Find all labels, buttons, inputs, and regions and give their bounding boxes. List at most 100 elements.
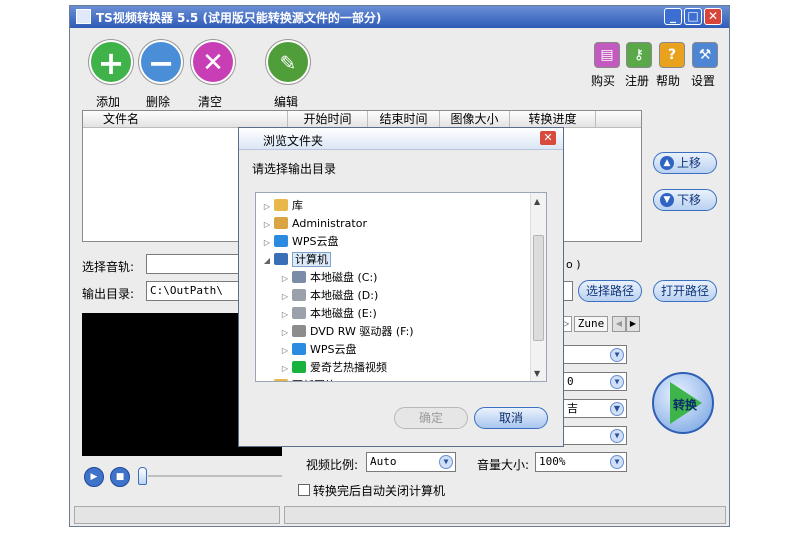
column-filler <box>596 111 641 128</box>
seek-slider-track[interactable] <box>148 475 282 477</box>
seek-slider-handle[interactable] <box>138 467 147 485</box>
tree-node-label: WPS云盘 <box>292 235 339 248</box>
volume-value: 100% <box>539 455 566 468</box>
chevron-down-icon: ▼ <box>610 348 624 362</box>
maximize-button[interactable]: □ <box>684 8 702 25</box>
tab-zune[interactable]: Zune <box>574 316 608 332</box>
cancel-button[interactable]: 取消 <box>474 407 548 429</box>
move-up-button[interactable]: ▲ 上移 <box>653 152 717 174</box>
chevron-down-icon: ▼ <box>610 402 624 416</box>
output-dir-label: 输出目录: <box>82 287 135 301</box>
dvd-drive-icon <box>292 325 306 337</box>
aspect-select[interactable]: Auto ▼ <box>366 452 456 472</box>
cart-icon: ▤ <box>594 42 620 68</box>
tree-node[interactable]: ▷ 爱奇艺热播视频 <box>262 359 532 377</box>
close-button[interactable]: ✕ <box>704 8 722 25</box>
iqiyi-icon <box>292 361 306 373</box>
scroll-thumb[interactable] <box>533 235 544 341</box>
setting-combo-3[interactable]: 吉 ▼ <box>563 399 627 418</box>
edit-label: 编辑 <box>274 95 299 109</box>
minus-icon: − <box>139 40 183 84</box>
tree-node[interactable]: ▷ 本地磁盘 (E:) <box>262 305 532 323</box>
tree-node[interactable]: 更新图片 <box>262 377 532 381</box>
arrow-up-icon: ▲ <box>660 156 674 170</box>
column-progress[interactable]: 转换进度 <box>510 111 596 128</box>
audio-track-select[interactable] <box>146 254 241 274</box>
column-start-time[interactable]: 开始时间 <box>288 111 368 128</box>
buy-button[interactable]: ▤ 购买 <box>591 42 623 92</box>
settings-button[interactable]: ⚒ 设置 <box>689 42 721 92</box>
folder-icon <box>274 379 288 381</box>
expand-arrow-icon[interactable]: ▷ <box>262 198 272 216</box>
tree-node-label: Administrator <box>292 217 367 230</box>
system-drive-icon <box>292 271 306 283</box>
ok-button[interactable]: 确定 <box>394 407 468 429</box>
help-button[interactable]: ? 帮助 <box>656 42 688 92</box>
tree-node[interactable]: ▷ WPS云盘 <box>262 233 532 251</box>
drive-icon <box>292 307 306 319</box>
tree-node[interactable]: ▷ WPS云盘 <box>262 341 532 359</box>
column-filename[interactable]: 文件名 <box>83 111 288 128</box>
delete-button[interactable]: − 删除 <box>136 40 186 110</box>
convert-label: 转换 <box>673 398 698 412</box>
scroll-up-icon[interactable]: ▲ <box>534 197 540 206</box>
app-icon <box>76 9 91 24</box>
setting-combo-4[interactable]: ▼ <box>563 426 627 445</box>
setting-combo-1[interactable]: ▼ <box>563 345 627 364</box>
tab-scroll-right[interactable]: ▶ <box>626 316 640 332</box>
expand-arrow-icon[interactable]: ▷ <box>280 270 290 288</box>
chevron-down-icon: ▼ <box>610 429 624 443</box>
shutdown-checkbox[interactable] <box>298 484 310 496</box>
dialog-close-button[interactable]: ✕ <box>540 131 556 145</box>
settings-label: 设置 <box>691 74 716 88</box>
tree-node[interactable]: ▷ 库 <box>262 197 532 215</box>
minimize-button[interactable]: _ <box>664 8 682 25</box>
dialog-prompt: 请选择输出目录 <box>252 162 337 176</box>
stop-button[interactable]: ■ <box>110 467 130 487</box>
tree-node[interactable]: ▷ DVD RW 驱动器 (F:) <box>262 323 532 341</box>
tree-node[interactable]: ◢ 计算机 <box>262 251 532 269</box>
clear-button[interactable]: ✕ 清空 <box>188 40 238 110</box>
scroll-down-icon[interactable]: ▼ <box>534 369 540 378</box>
choose-path-button[interactable]: 选择路径 <box>578 280 642 302</box>
status-bar-left <box>74 506 280 524</box>
add-button[interactable]: + 添加 <box>86 40 136 110</box>
x-icon: ✕ <box>191 40 235 84</box>
audio-track-tail: o ) <box>566 258 581 271</box>
convert-button[interactable]: 转换 <box>652 372 714 434</box>
move-up-label: 上移 <box>677 156 702 170</box>
chevron-down-icon: ▼ <box>610 375 624 389</box>
register-button[interactable]: ⚷ 注册 <box>623 42 655 92</box>
tree-node-label: 计算机 <box>292 252 331 267</box>
expand-arrow-icon[interactable]: ▷ <box>280 342 290 360</box>
expand-arrow-icon[interactable]: ▷ <box>280 324 290 342</box>
tab-scroll-left[interactable]: ◀ <box>612 316 626 332</box>
play-button[interactable]: ▶ <box>84 467 104 487</box>
folder-tree[interactable]: ▷ 库 ▷ Administrator ▷ WPS云盘 ◢ 计算机 ▷ 本地磁盘 (C:) ▷ 本地磁… <box>255 192 547 382</box>
expand-arrow-icon[interactable]: ▷ <box>262 216 272 234</box>
move-down-button[interactable]: ▼ 下移 <box>653 189 717 211</box>
expand-arrow-icon[interactable]: ▷ <box>262 234 272 252</box>
tree-node[interactable]: ▷ Administrator <box>262 215 532 233</box>
expand-arrow-icon[interactable]: ▷ <box>280 288 290 306</box>
title-bar[interactable]: TS视频转换器 5.5 (试用版只能转换源文件的一部分) _ □ ✕ <box>70 6 729 28</box>
column-image-size[interactable]: 图像大小 <box>440 111 510 128</box>
output-dir-input[interactable]: C:\OutPath\ <box>146 281 241 301</box>
column-end-time[interactable]: 结束时间 <box>368 111 440 128</box>
tree-node[interactable]: ▷ 本地磁盘 (C:) <box>262 269 532 287</box>
dialog-title-bar[interactable]: 浏览文件夹 ✕ <box>239 128 563 150</box>
expand-arrow-icon[interactable]: ▷ <box>280 306 290 324</box>
volume-select[interactable]: 100% ▼ <box>535 452 627 472</box>
edit-button[interactable]: ✎ 编辑 <box>264 40 314 110</box>
tree-node[interactable]: ▷ 本地磁盘 (D:) <box>262 287 532 305</box>
open-path-button[interactable]: 打开路径 <box>653 280 717 302</box>
aspect-value: Auto <box>370 455 397 468</box>
cloud-icon <box>292 343 306 355</box>
edit-icon: ✎ <box>266 40 310 84</box>
chevron-down-icon: ▼ <box>610 455 624 469</box>
collapse-arrow-icon[interactable]: ◢ <box>262 252 272 270</box>
browse-folder-dialog: 浏览文件夹 ✕ 请选择输出目录 ▷ 库 ▷ Administrator ▷ WPS云盘 ◢ 计… <box>238 127 564 447</box>
tree-scrollbar[interactable]: ▲ ▼ <box>530 193 546 381</box>
setting-combo-2[interactable]: 0 ▼ <box>563 372 627 391</box>
expand-arrow-icon[interactable]: ▷ <box>280 360 290 378</box>
